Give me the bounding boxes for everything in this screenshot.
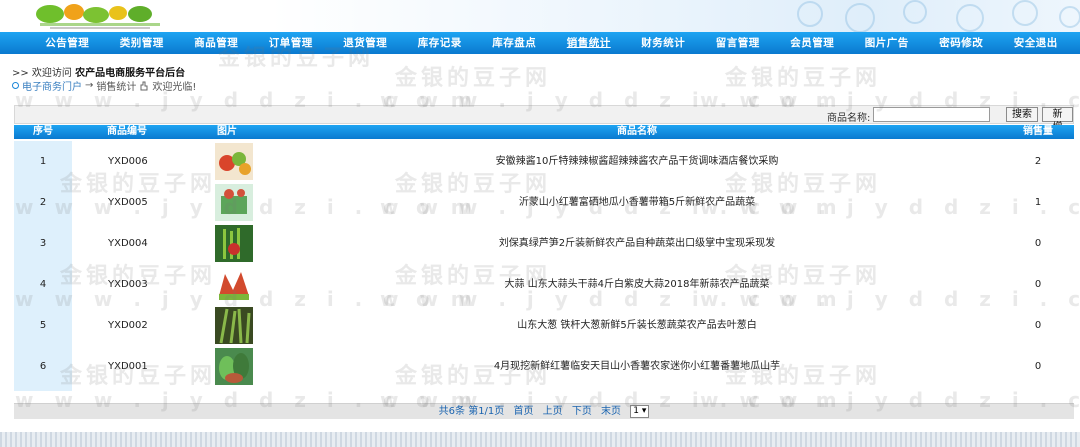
row-sold: 0 [1034,238,1042,249]
row-name: 4月现挖新鲜红薯临安天目山小香薯农家迷你小红薯番薯地瓜山芋 [493,361,781,372]
row-code: YXD005 [108,197,148,208]
greet-text: 欢迎光临! [152,82,197,93]
search-label: 商品名称: [827,113,871,124]
nav-messages[interactable]: 留言管理 [701,32,776,54]
product-thumbnail[interactable] [215,266,253,303]
watermark-cn: 金银的豆子网 [725,66,882,91]
row-code: YXD003 [108,279,148,290]
nav-return[interactable]: 退货管理 [328,32,403,54]
breadcrumb-arrow: → [85,80,94,91]
row-code: YXD002 [108,320,148,331]
nav-announcement[interactable]: 公告管理 [30,32,105,54]
header-sold: 销售量 [1023,126,1053,137]
row-name: 沂蒙山小红薯富硒地瓜小香薯带箱5斤新鲜农产品蔬菜 [518,197,756,208]
pager-first[interactable]: 首页 [513,406,533,417]
welcome-text: >> 欢迎访问 农产品电商服务平台后台 [12,64,185,79]
header-img: 图片 [217,126,237,137]
header-banner [0,0,1080,32]
breadcrumb: 电子商务门户 → 销售统计 欢迎光临! [12,78,196,93]
nav-finance-stats[interactable]: 财务统计 [626,32,701,54]
table-body: 1 YXD006 安徽辣酱10斤特辣辣椒酱超辣辣酱农产品干货调味酒店餐饮采购 2… [14,141,1074,391]
table-row: 1 YXD006 安徽辣酱10斤特辣辣椒酱超辣辣酱农产品干货调味酒店餐饮采购 2 [14,141,1074,182]
nav-password[interactable]: 密码修改 [924,32,999,54]
page-select[interactable]: 1 ▾ [630,404,650,418]
product-name-search-input[interactable] [873,107,990,122]
pager-summary: 共6条 第1/1页 [438,406,505,417]
row-sold: 0 [1034,320,1042,331]
nav-logout[interactable]: 安全退出 [999,32,1074,54]
product-thumbnail[interactable] [215,184,253,221]
nav-image-ads[interactable]: 图片广告 [850,32,925,54]
main-navbar: 公告管理 类别管理 商品管理 订单管理 退货管理 库存记录 库存盘点 销售统计 … [0,32,1080,54]
product-thumbnail[interactable] [215,348,253,385]
pager-prev[interactable]: 上页 [543,406,563,417]
row-sold: 0 [1034,279,1042,290]
row-code: YXD006 [108,156,148,167]
site-logo [36,4,160,29]
bullet-icon [12,82,19,89]
product-thumbnail[interactable] [215,307,253,344]
table-row: 6 YXD001 4月现挖新鲜红薯临安天目山小香薯农家迷你小红薯番薯地瓜山芋 0 [14,346,1074,387]
header-code: 商品编号 [107,126,147,137]
table-row: 2 YXD005 沂蒙山小红薯富硒地瓜小香薯带箱5斤新鲜农产品蔬菜 1 [14,182,1074,223]
row-idx: 3 [39,238,47,249]
row-idx: 5 [39,320,47,331]
search-toolbar: 商品名称: 搜索 新增 [14,105,1074,133]
footer-strip [0,432,1080,447]
row-name: 安徽辣酱10斤特辣辣椒酱超辣辣酱农产品干货调味酒店餐饮采购 [495,156,779,167]
table-row: 5 YXD002 山东大葱 铁杆大葱新鲜5斤装长葱蔬菜农产品去叶葱白 0 [14,305,1074,346]
header-name: 商品名称 [617,126,657,137]
row-name: 大蒜 山东大蒜头干蒜4斤白紫皮大蒜2018年新蒜农产品蔬菜 [504,279,770,290]
row-name: 刘保真绿芦笋2斤装新鲜农产品自种蔬菜出口级掌中宝现采现发 [498,238,776,249]
watermark-cn: 金银的豆子网 [395,66,552,91]
row-idx: 1 [39,156,47,167]
row-sold: 1 [1034,197,1042,208]
hand-icon [140,81,148,90]
product-thumbnail[interactable] [215,225,253,262]
row-sold: 0 [1034,361,1042,372]
row-idx: 4 [39,279,47,290]
header-idx: 序号 [33,126,53,137]
breadcrumb-root[interactable]: 电子商务门户 [22,78,82,93]
add-button[interactable]: 新增 [1042,107,1073,133]
nav-stock-check[interactable]: 库存盘点 [477,32,552,54]
row-idx: 2 [39,197,47,208]
product-thumbnail[interactable] [215,143,253,180]
breadcrumb-page: 销售统计 [96,82,137,93]
table-header: 序号 商品编号 图片 商品名称 销售量 [14,125,1074,139]
nav-sales-stats[interactable]: 销售统计 [552,32,627,54]
row-code: YXD001 [108,361,148,372]
table-row: 3 YXD004 刘保真绿芦笋2斤装新鲜农产品自种蔬菜出口级掌中宝现采现发 0 [14,223,1074,264]
row-code: YXD004 [108,238,148,249]
nav-category[interactable]: 类别管理 [105,32,180,54]
nav-members[interactable]: 会员管理 [775,32,850,54]
nav-product[interactable]: 商品管理 [179,32,254,54]
pager-next[interactable]: 下页 [572,406,592,417]
nav-order[interactable]: 订单管理 [254,32,329,54]
pagination-bar: 共6条 第1/1页 首页 上页 下页 末页 1 ▾ [14,403,1074,419]
table-row: 4 YXD003 大蒜 山东大蒜头干蒜4斤白紫皮大蒜2018年新蒜农产品蔬菜 0 [14,264,1074,305]
row-idx: 6 [39,361,47,372]
row-sold: 2 [1034,156,1042,167]
search-button[interactable]: 搜索 [1006,107,1038,122]
pager-last[interactable]: 末页 [601,406,621,417]
row-name: 山东大葱 铁杆大葱新鲜5斤装长葱蔬菜农产品去叶葱白 [517,320,757,331]
nav-stock-record[interactable]: 库存记录 [403,32,478,54]
header-pattern-decoration [797,0,1080,32]
